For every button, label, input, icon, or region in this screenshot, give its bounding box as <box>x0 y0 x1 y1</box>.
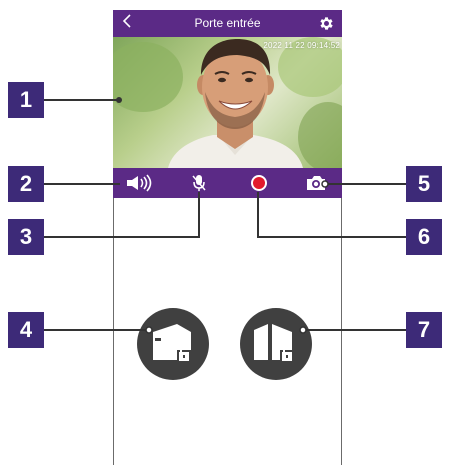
gear-icon[interactable] <box>318 15 335 32</box>
unlock-door-button[interactable] <box>240 308 312 380</box>
callout-4-line <box>44 329 150 331</box>
video-timestamp: 2022 11 22 09:14:52 <box>263 41 340 50</box>
callout-3: 3 <box>8 219 44 255</box>
record-icon[interactable] <box>250 174 268 192</box>
callout-7-line <box>304 329 408 331</box>
callout-6-line-horizontal <box>257 236 409 238</box>
video-feed: 2022 11 22 09:14:52 <box>113 37 342 168</box>
call-controls-bar <box>113 168 342 198</box>
callout-2-line <box>44 183 120 185</box>
callout-7-dot <box>299 326 307 334</box>
callout-4: 4 <box>8 312 44 348</box>
callout-1: 1 <box>8 82 44 118</box>
gate-unlock-icon <box>153 324 191 362</box>
door-unlock-icon <box>254 324 294 362</box>
callout-2: 2 <box>8 166 44 202</box>
callout-1-line <box>44 99 120 101</box>
callout-3-line-vertical <box>198 192 200 238</box>
callout-7: 7 <box>406 312 442 348</box>
callout-3-line-horizontal <box>44 236 200 238</box>
unlock-gate-button[interactable] <box>137 308 209 380</box>
app-header: Porte entrée <box>113 10 342 37</box>
callout-5-line <box>328 183 408 185</box>
callout-5-dot <box>321 180 329 188</box>
callout-4-dot <box>145 326 153 334</box>
page-title: Porte entrée <box>194 16 261 30</box>
callout-1-dot <box>116 97 122 103</box>
speaker-volume-icon[interactable] <box>119 174 159 192</box>
callout-6-line-vertical <box>257 192 259 238</box>
microphone-icon[interactable] <box>192 174 206 192</box>
callout-6: 6 <box>406 219 442 255</box>
callout-5: 5 <box>406 166 442 202</box>
visitor-camera-image <box>113 37 342 168</box>
